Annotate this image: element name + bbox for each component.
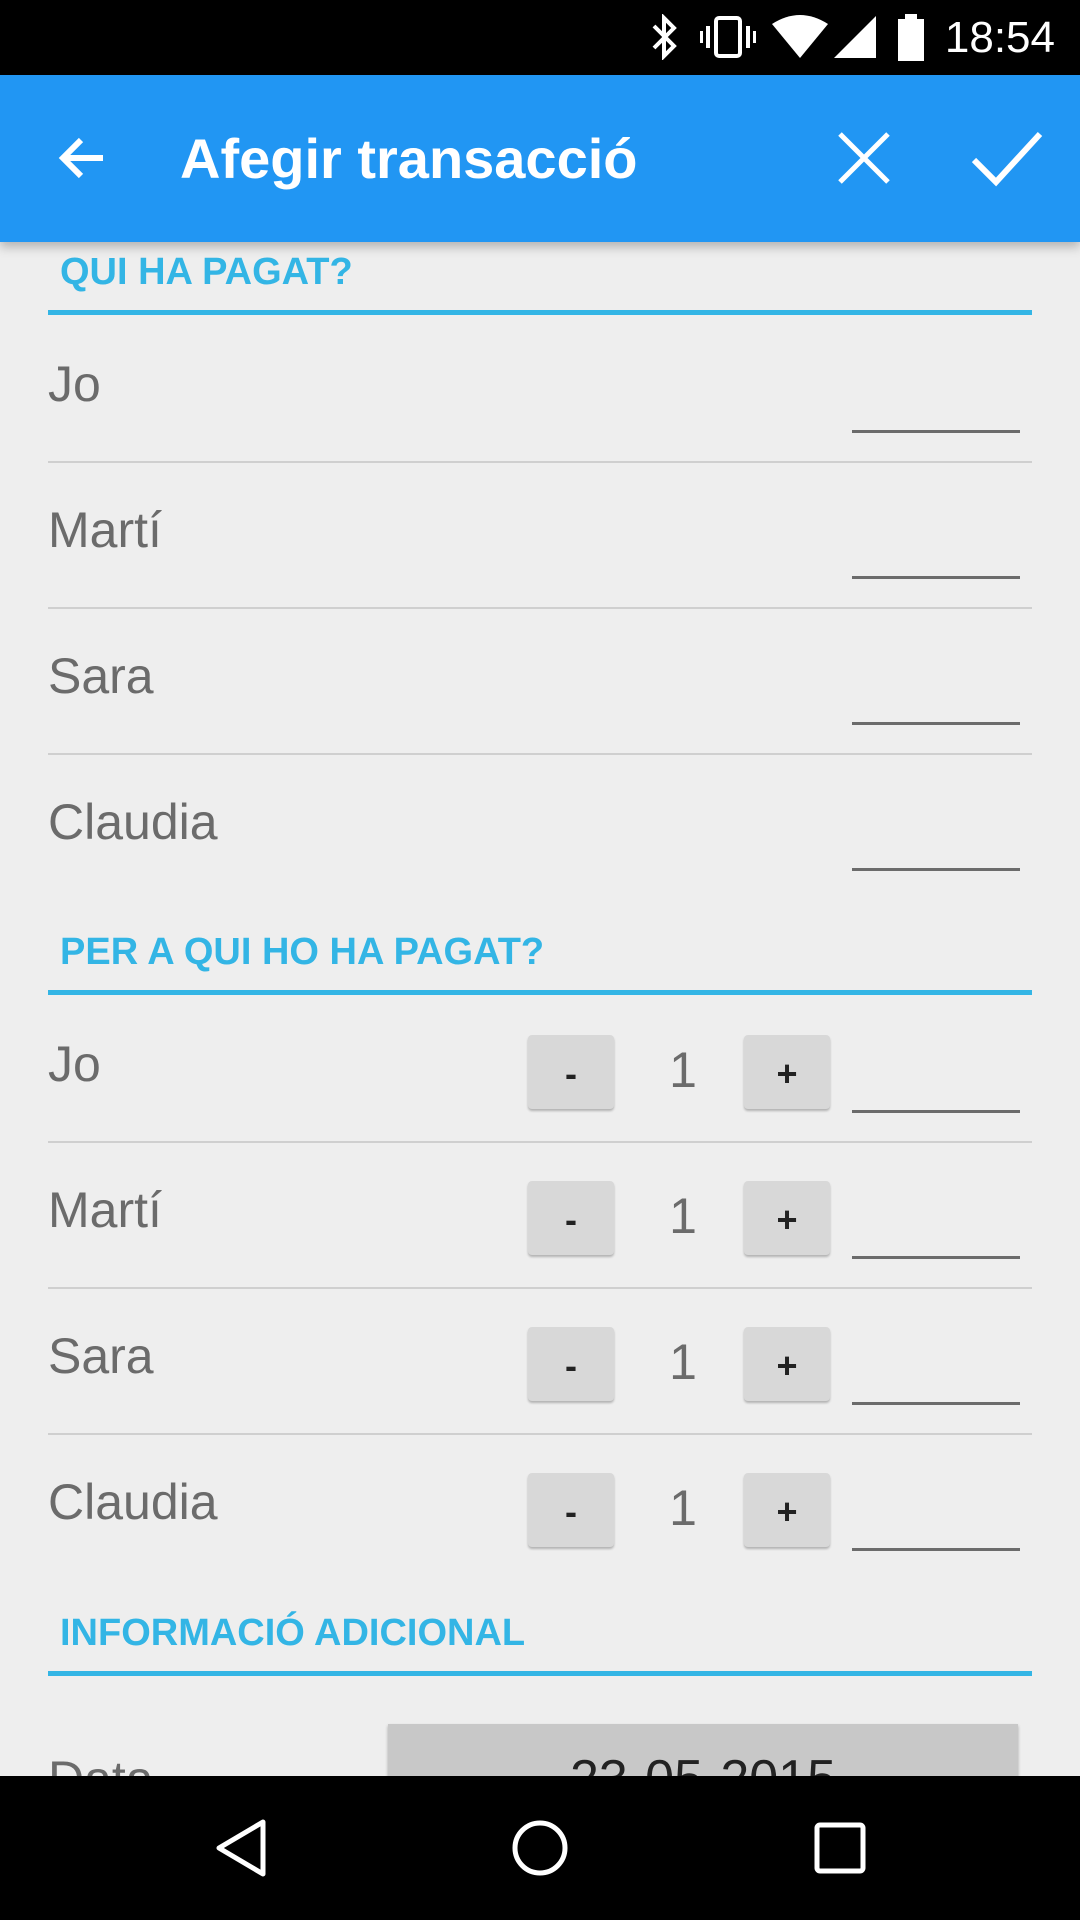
additional-section-header: INFORMACIÓ ADICIONAL [48,1603,1032,1676]
additional-section-title: INFORMACIÓ ADICIONAL [60,1612,526,1654]
decrement-button[interactable]: - [528,1181,614,1255]
transaction-form[interactable]: QUI HA PAGAT? Jo Martí Sara Claudia PER … [0,242,1080,1776]
beneficiary-row-claudia: Claudia - 1 + [48,1433,1032,1579]
check-icon [971,131,1043,187]
recents-square-icon [814,1822,866,1874]
payer-amount-input[interactable] [852,818,1020,871]
increment-button[interactable]: + [744,1473,830,1547]
payer-name: Jo [48,356,101,412]
payer-name: Martí [48,502,162,558]
wifi-icon [772,15,828,58]
decrement-button[interactable]: - [528,1327,614,1401]
close-icon [838,132,890,184]
back-triangle-icon [216,1819,266,1877]
payer-row-jo: Jo [48,315,1032,463]
beneficiary-name: Martí [48,1182,162,1238]
payer-row-claudia: Claudia [48,753,1032,899]
beneficiary-row-jo: Jo - 1 + [48,995,1032,1143]
beneficiaries-section-title: PER A QUI HO HA PAGAT? [60,931,545,973]
payer-amount-input[interactable] [852,526,1020,579]
signal-icon [834,16,876,58]
beneficiary-amount-input[interactable] [852,1352,1020,1405]
date-label: Data [48,1750,154,1776]
arrow-back-icon [58,137,103,179]
bluetooth-icon [652,14,677,60]
beneficiary-amount-input[interactable] [852,1498,1020,1551]
home-circle-icon [512,1820,568,1876]
payer-row-sara: Sara [48,607,1032,755]
beneficiary-row-marti: Martí - 1 + [48,1141,1032,1289]
confirm-button[interactable] [962,113,1052,203]
cancel-button[interactable] [819,113,909,203]
weight-value: 1 [669,1042,697,1098]
increment-button[interactable]: + [744,1327,830,1401]
beneficiary-amount-input[interactable] [852,1206,1020,1259]
weight-value: 1 [669,1480,697,1536]
payer-name: Claudia [48,794,218,850]
payers-section-header: QUI HA PAGAT? [48,242,1032,315]
app-bar: Afegir transacció [0,75,1080,242]
beneficiary-row-sara: Sara - 1 + [48,1287,1032,1435]
increment-button[interactable]: + [744,1035,830,1109]
beneficiary-amount-input[interactable] [852,1060,1020,1113]
payer-row-marti: Martí [48,461,1032,609]
status-time: 18:54 [944,13,1055,62]
vibrate-icon [700,16,756,58]
weight-value: 1 [669,1334,697,1390]
nav-back-button[interactable] [196,1803,286,1893]
beneficiary-name: Sara [48,1328,154,1384]
nav-recents-button[interactable] [795,1803,885,1893]
weight-value: 1 [669,1188,697,1244]
payer-amount-input[interactable] [852,380,1020,433]
decrement-button[interactable]: - [528,1035,614,1109]
status-bar: 18:54 [0,0,1080,75]
navigation-bar [0,1776,1080,1920]
payer-name: Sara [48,648,154,704]
page-title: Afegir transacció [180,127,638,190]
battery-icon [898,14,924,61]
date-picker-button[interactable]: 23-05-2015 [388,1724,1018,1776]
beneficiary-name: Claudia [48,1474,218,1530]
nav-home-button[interactable] [495,1803,585,1893]
payers-section-title: QUI HA PAGAT? [60,251,353,293]
increment-button[interactable]: + [744,1181,830,1255]
payer-amount-input[interactable] [852,672,1020,725]
beneficiary-name: Jo [48,1036,101,1092]
back-button[interactable] [38,113,128,203]
beneficiaries-section-header: PER A QUI HO HA PAGAT? [48,922,1032,995]
decrement-button[interactable]: - [528,1473,614,1547]
